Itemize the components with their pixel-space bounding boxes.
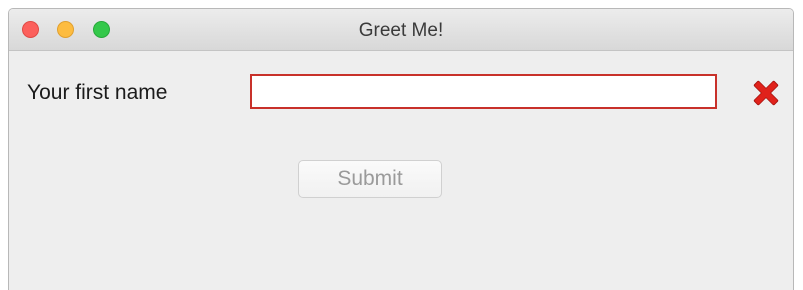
title-bar[interactable]: Greet Me!: [9, 9, 793, 51]
red-x-icon: [753, 80, 779, 106]
first-name-input[interactable]: [250, 74, 717, 109]
app-window: Greet Me! Your first name Submit: [8, 8, 794, 290]
submit-button[interactable]: Submit: [298, 160, 442, 198]
window-title: Greet Me!: [358, 20, 444, 41]
first-name-label: Your first name: [27, 81, 168, 104]
